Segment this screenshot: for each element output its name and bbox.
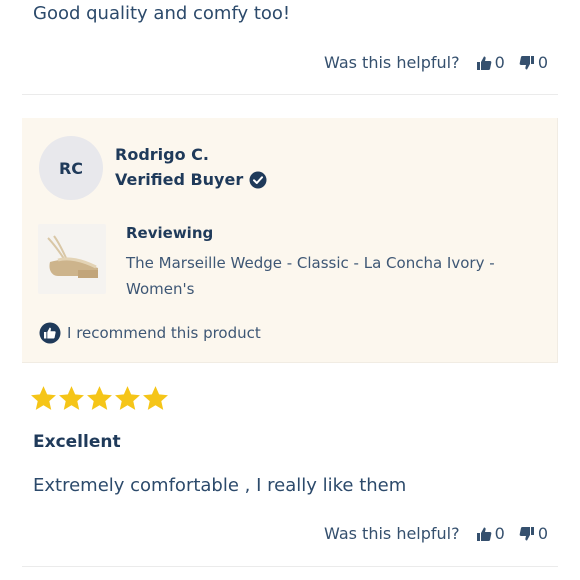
thumbs-down-button[interactable]: 0: [519, 53, 548, 72]
review-body: Extremely comfortable , I really like th…: [33, 475, 407, 496]
helpful-row: Was this helpful? 0 0: [324, 53, 548, 72]
product-name-link[interactable]: The Marseille Wedge - Classic - La Conch…: [126, 250, 516, 302]
thumbs-up-button[interactable]: 0: [476, 53, 505, 72]
helpful-question: Was this helpful?: [324, 524, 460, 543]
previous-review-body: Good quality and comfy too!: [33, 3, 291, 24]
thumbs-down-button[interactable]: 0: [519, 524, 548, 543]
recommend-row: I recommend this product: [39, 322, 261, 344]
thumbs-up-circle-icon: [39, 322, 61, 344]
star-icon: [87, 386, 112, 410]
thumbs-down-count: 0: [537, 524, 548, 543]
star-icon: [59, 386, 84, 410]
verified-buyer-badge: Verified Buyer: [115, 170, 267, 189]
wedge-shoe-icon: [47, 235, 98, 278]
reviews-page: Good quality and comfy too! Was this hel…: [0, 0, 580, 580]
recommend-text: I recommend this product: [67, 324, 261, 342]
verified-check-icon: [249, 171, 267, 188]
thumbs-down-count: 0: [537, 53, 548, 72]
divider: [22, 94, 558, 95]
thumbs-up-button[interactable]: 0: [476, 524, 505, 543]
star-icon: [115, 386, 140, 410]
avatar: RC: [39, 136, 103, 200]
thumbs-up-icon: [476, 56, 491, 70]
star-rating: [29, 384, 169, 413]
reviewer-name: Rodrigo C.: [115, 145, 209, 164]
thumbs-up-count: 0: [494, 524, 505, 543]
verified-buyer-label: Verified Buyer: [115, 170, 244, 189]
star-icon: [31, 386, 56, 410]
thumbs-up-icon: [476, 527, 491, 541]
helpful-row: Was this helpful? 0 0: [324, 524, 548, 543]
helpful-question: Was this helpful?: [324, 53, 460, 72]
reviewer-card: RC Rodrigo C. Verified Buyer Reviewing T…: [22, 118, 558, 363]
thumbs-up-count: 0: [494, 53, 505, 72]
thumbs-down-icon: [519, 55, 534, 69]
star-icon: [143, 386, 168, 410]
review-title: Excellent: [33, 432, 121, 452]
thumbs-down-icon: [519, 526, 534, 540]
product-thumbnail[interactable]: [38, 224, 106, 294]
divider: [22, 566, 558, 567]
reviewing-label: Reviewing: [126, 224, 214, 242]
